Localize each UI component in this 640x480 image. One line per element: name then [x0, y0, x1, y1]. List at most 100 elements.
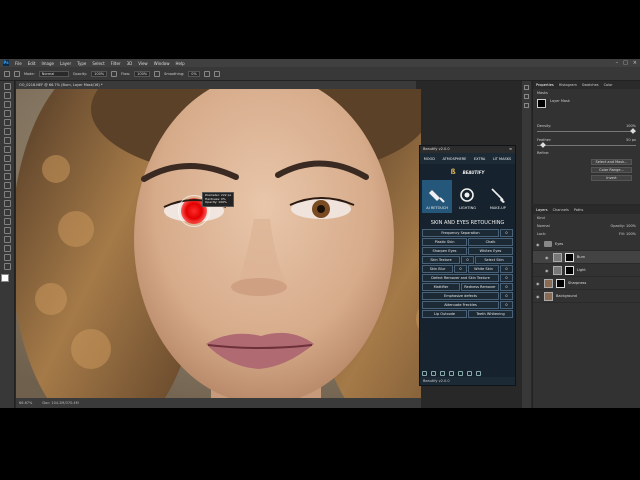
menu-edit[interactable]: Edit	[28, 61, 36, 66]
tab-swatches[interactable]: Swatches	[582, 83, 599, 87]
retouch-button[interactable]: Lip Outcode	[422, 310, 467, 318]
retouch-button[interactable]: Mattifier	[422, 283, 460, 291]
value-field[interactable]: 0	[454, 265, 467, 273]
retouch-button[interactable]: Skin Blur	[422, 265, 453, 273]
clone-stamp-tool-icon[interactable]	[3, 164, 11, 171]
shape-tool-icon[interactable]	[3, 245, 11, 252]
path-select-tool-icon[interactable]	[3, 236, 11, 243]
visibility-eye-icon[interactable]: ◉	[536, 294, 541, 299]
tab-lit-masks[interactable]: LIT MASKS	[493, 157, 511, 161]
layer-row-sharpness[interactable]: ◉ Sharpness	[533, 277, 640, 290]
eyedropper-tool-icon[interactable]	[3, 137, 11, 144]
tab-histogram[interactable]: Histogram	[559, 83, 577, 87]
retouch-button[interactable]: Attenuate Freckles	[422, 301, 499, 309]
mode-select[interactable]: Normal	[38, 70, 69, 77]
layer-mask-thumbnail[interactable]	[556, 278, 565, 288]
layer-row-light[interactable]: ◉ Light	[533, 264, 640, 277]
layer-mask-thumbnail[interactable]	[537, 99, 546, 108]
canvas-area[interactable]: Diameter: 222 px Hardness: 0% Opacity: 1…	[16, 89, 421, 398]
value-field[interactable]: 0	[500, 301, 513, 309]
eraser-tool-icon[interactable]	[3, 182, 11, 189]
value-field[interactable]: 0	[500, 265, 513, 273]
brush-tool-icon[interactable]	[4, 70, 10, 77]
menu-select[interactable]: Select	[92, 61, 104, 66]
eye-icon[interactable]	[431, 371, 436, 376]
history-brush-tool-icon[interactable]	[3, 173, 11, 180]
pen-tool-icon[interactable]	[3, 218, 11, 225]
layer-thumbnail[interactable]	[553, 252, 562, 262]
retouch-button[interactable]: Sharpen Eyes	[422, 247, 467, 255]
dodge-tool-icon[interactable]	[3, 209, 11, 216]
foreground-color[interactable]	[1, 274, 9, 282]
layer-thumbnail[interactable]	[544, 291, 553, 301]
brush-icon[interactable]	[440, 371, 445, 376]
tab-color[interactable]: Color	[604, 83, 613, 87]
smoothing-field[interactable]: 0%	[188, 70, 200, 77]
minimize-icon[interactable]: –	[616, 59, 619, 67]
visibility-eye-icon[interactable]: ◉	[545, 255, 550, 260]
tab-atmosphere[interactable]: ATMOSPHERE	[443, 157, 467, 161]
visibility-eye-icon[interactable]: ◉	[536, 281, 541, 286]
tab-layers[interactable]: Layers	[536, 208, 548, 212]
retouch-button[interactable]: Chalk	[468, 238, 513, 246]
layer-mask-thumbnail[interactable]	[565, 252, 574, 262]
tab-channels[interactable]: Channels	[553, 208, 569, 212]
gradient-tool-icon[interactable]	[3, 191, 11, 198]
brush-preset-icon[interactable]	[14, 70, 20, 77]
fill-value[interactable]: 100%	[626, 232, 636, 236]
symmetry-icon[interactable]	[213, 70, 220, 77]
menu-3d[interactable]: 3D	[127, 61, 133, 66]
layer-row-background[interactable]: ◉ Background	[533, 290, 640, 303]
tab-extra[interactable]: EXTRA	[474, 157, 485, 161]
marquee-tool-icon[interactable]	[3, 92, 11, 99]
menu-type[interactable]: Type	[77, 61, 86, 66]
retouch-button[interactable]: Select Skin	[475, 256, 513, 264]
menu-view[interactable]: View	[138, 61, 148, 66]
feather-slider[interactable]	[537, 142, 636, 148]
value-field[interactable]: 0	[500, 292, 513, 300]
value-field[interactable]: 0	[461, 256, 474, 264]
invert-button[interactable]: Invert	[591, 175, 632, 181]
zoom-tool-icon[interactable]	[3, 263, 11, 270]
tab-paths[interactable]: Paths	[574, 208, 584, 212]
menu-layer[interactable]: Layer	[60, 61, 71, 66]
quick-select-tool-icon[interactable]	[3, 110, 11, 117]
value-field[interactable]: 0	[500, 274, 513, 282]
blur-tool-icon[interactable]	[3, 200, 11, 207]
density-slider[interactable]	[537, 128, 636, 134]
color-range-button[interactable]: Color Range...	[591, 167, 632, 173]
lasso-tool-icon[interactable]	[3, 101, 11, 108]
opacity-field[interactable]: 100%	[91, 70, 108, 77]
retouch-button[interactable]: White Skin	[468, 265, 499, 273]
type-tool-icon[interactable]	[3, 227, 11, 234]
tab-mood[interactable]: MOOD	[424, 157, 435, 161]
menu-filter[interactable]: Filter	[111, 61, 121, 66]
kind-filter[interactable]: Kind	[537, 216, 545, 220]
document-tab[interactable]: OO_0218.NEF @ 66.7% (Burn, Layer Mask/16…	[16, 81, 416, 89]
airbrush-icon[interactable]	[154, 70, 161, 77]
retouch-button[interactable]: Whiten Eyes	[468, 247, 513, 255]
mode-ai-retouch[interactable]: AI RETOUCH	[422, 180, 453, 213]
layer-opacity-value[interactable]: 100%	[626, 224, 636, 228]
undo-icon[interactable]	[422, 371, 427, 376]
density-value[interactable]: 100%	[626, 124, 636, 128]
pressure-opacity-icon[interactable]	[111, 70, 118, 77]
info-icon[interactable]	[458, 371, 463, 376]
cloud-icon[interactable]	[476, 371, 481, 376]
gear-icon[interactable]	[467, 371, 472, 376]
libraries-panel-icon[interactable]	[524, 103, 529, 108]
retouch-button[interactable]: Redness Remover	[461, 283, 499, 291]
layer-row-eyes[interactable]: ◉ Eyes	[533, 238, 640, 251]
close-icon[interactable]: ×	[633, 59, 637, 67]
hand-tool-icon[interactable]	[3, 254, 11, 261]
adjustments-panel-icon[interactable]	[524, 94, 529, 99]
retouch-button[interactable]: Plastic Skin	[422, 238, 467, 246]
star-icon[interactable]	[449, 371, 454, 376]
select-and-mask-button[interactable]: Select and Mask...	[591, 159, 632, 165]
layer-row-burn[interactable]: ◉ Burn	[533, 251, 640, 264]
frame-tool-icon[interactable]	[3, 128, 11, 135]
layer-thumbnail[interactable]	[544, 278, 553, 288]
layer-thumbnail[interactable]	[553, 265, 562, 275]
menu-window[interactable]: Window	[154, 61, 170, 66]
color-swatches[interactable]	[1, 274, 13, 286]
